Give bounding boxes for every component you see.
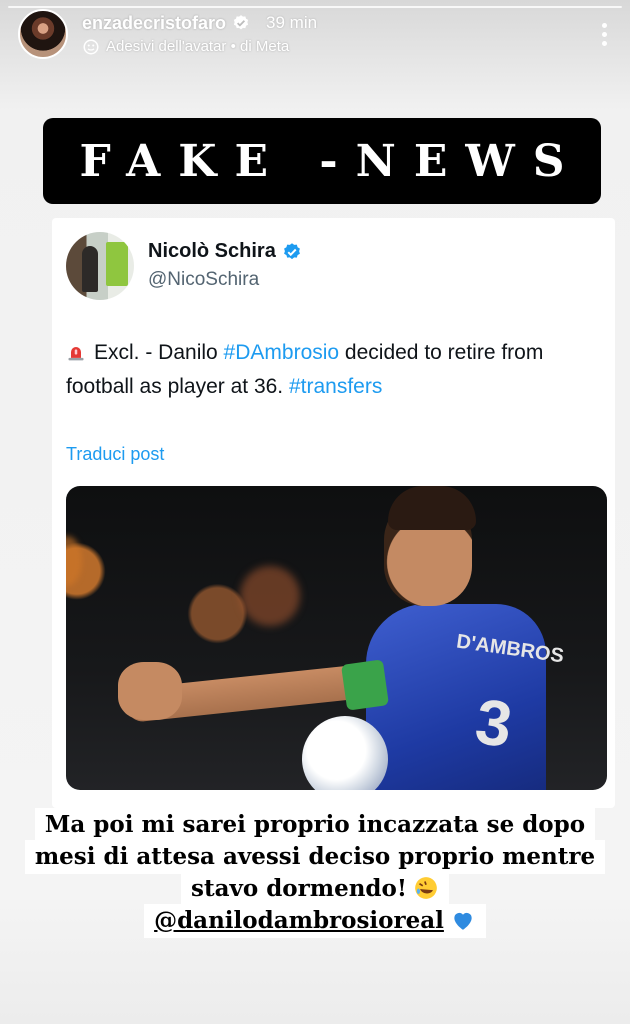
post-time: 39 min (266, 13, 318, 32)
hashtag-transfers[interactable]: #transfers (289, 375, 382, 398)
more-options-icon[interactable] (592, 19, 616, 49)
tweet-author-name: Nicolò Schira (148, 240, 302, 263)
tweet-photo: D'AMBROS 3 (66, 486, 607, 790)
rolling-on-floor-laughing-emoji (415, 877, 437, 899)
player-figure (366, 604, 546, 790)
caption-line-3-text: stavo dormendo! (191, 875, 407, 902)
siren-icon (68, 347, 84, 361)
story-header: enzadecristofaro 39 min Adesivi dell'ava… (18, 8, 616, 60)
tweet-verified-icon (283, 242, 300, 259)
fake-news-banner: FAKE -NEWS (43, 118, 601, 204)
story-caption: Ma poi mi sarei proprio incazzata se dop… (0, 808, 630, 938)
sticker-subtitle[interactable]: Adesivi dell'avatar • di Meta (106, 38, 289, 55)
hashtag-dambrosio[interactable]: #DAmbrosio (224, 341, 340, 364)
author-name-text: Nicolò Schira (148, 240, 276, 262)
tweet-screenshot: Nicolò Schira @NicoSchira Excl. - Danilo… (52, 218, 615, 808)
tweet-author-handle: @NicoSchira (148, 269, 260, 290)
avatar[interactable] (18, 9, 68, 59)
header-row-user: enzadecristofaro 39 min (82, 13, 317, 34)
mention-link[interactable]: @danilodambrosioreal (154, 907, 444, 934)
blue-heart-emoji (454, 912, 472, 930)
banner-text: FAKE -NEWS (79, 135, 583, 187)
translate-post-link[interactable]: Traduci post (66, 444, 164, 465)
tweet-text: Excl. - Danilo #DAmbrosio decided to ret… (66, 336, 611, 404)
username[interactable]: enzadecristofaro (82, 13, 226, 34)
tweet-text-part1: Excl. - Danilo (94, 341, 224, 364)
verified-icon (233, 15, 249, 30)
header-text: enzadecristofaro 39 min Adesivi dell'ava… (82, 13, 317, 56)
tweet-author-avatar (66, 232, 134, 300)
caption-line-1: Ma poi mi sarei proprio incazzata se dop… (34, 808, 596, 842)
sticker-icon (83, 39, 99, 54)
caption-mention-line: @danilodambrosioreal (144, 904, 486, 938)
caption-line-2: mesi di attesa avessi deciso proprio men… (24, 840, 606, 874)
header-row-sticker: Adesivi dell'avatar • di Meta (82, 38, 317, 56)
caption-line-3: stavo dormendo! (181, 872, 449, 906)
